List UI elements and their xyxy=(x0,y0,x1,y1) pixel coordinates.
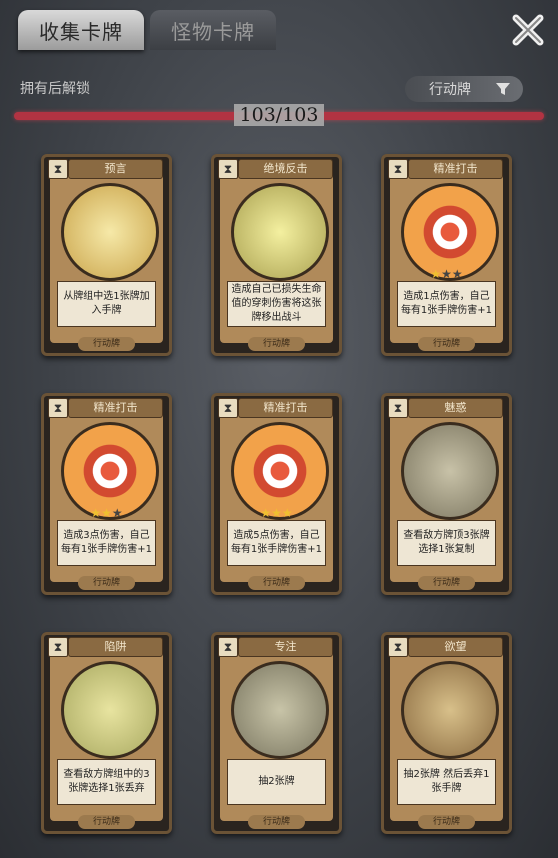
card-item[interactable]: ⧗ 陷阱 查看敌方牌组中的3张牌选择1张丢弃 行动牌 xyxy=(41,632,172,834)
card-art xyxy=(61,661,159,759)
card-type-label: 行动牌 xyxy=(248,576,305,590)
card-type-label: 行动牌 xyxy=(248,815,305,829)
hourglass-icon: ⧗ xyxy=(218,637,238,657)
card-description: 从牌组中选1张牌加入手牌 xyxy=(57,281,156,327)
card-title: 欲望 xyxy=(408,637,503,657)
hourglass-icon: ⧗ xyxy=(48,398,68,418)
star-icon: ★ xyxy=(260,506,272,520)
card-type-label: 行动牌 xyxy=(78,576,135,590)
card-description: 造成3点伤害，自己每有1张手牌伤害+1 xyxy=(57,520,156,566)
card-description: 造成1点伤害，自己每有1张手牌伤害+1 xyxy=(397,281,496,327)
card-title: 精准打击 xyxy=(238,398,333,418)
card-title: 魅惑 xyxy=(408,398,503,418)
card-title: 精准打击 xyxy=(68,398,163,418)
card-type-filter[interactable]: 行动牌 xyxy=(405,76,523,102)
card-description: 抽2张牌 然后丢弃1张手牌 xyxy=(397,759,496,805)
card-item[interactable]: ⧗ 魅惑 查看敌方牌顶3张牌选择1张复制 行动牌 xyxy=(381,393,512,595)
hourglass-icon: ⧗ xyxy=(388,159,408,179)
card-item[interactable]: ⧗ 绝境反击 造成自己已损失生命值的穿刺伤害将这张牌移出战斗 行动牌 xyxy=(211,154,342,356)
star-icon: ★ xyxy=(441,267,452,281)
star-icon: ★ xyxy=(271,506,282,520)
hourglass-icon: ⧗ xyxy=(48,159,68,179)
card-star-rating: ★★★ xyxy=(44,506,169,520)
star-icon: ★ xyxy=(451,267,463,281)
card-art xyxy=(401,661,499,759)
hourglass-icon: ⧗ xyxy=(388,637,408,657)
star-icon: ★ xyxy=(281,506,293,520)
star-icon: ★ xyxy=(111,506,123,520)
filter-label: 行动牌 xyxy=(429,82,471,98)
card-type-label: 行动牌 xyxy=(418,576,475,590)
card-description: 查看敌方牌顶3张牌选择1张复制 xyxy=(397,520,496,566)
card-item[interactable]: ⧗ 欲望 抽2张牌 然后丢弃1张手牌 行动牌 xyxy=(381,632,512,834)
tab-collection-cards[interactable]: 收集卡牌 xyxy=(18,10,144,50)
card-type-label: 行动牌 xyxy=(78,815,135,829)
card-star-rating: ★★★ xyxy=(384,267,509,281)
card-type-label: 行动牌 xyxy=(418,815,475,829)
card-item[interactable]: ⧗ 专注 抽2张牌 行动牌 xyxy=(211,632,342,834)
hourglass-icon: ⧗ xyxy=(388,398,408,418)
hourglass-icon: ⧗ xyxy=(218,398,238,418)
card-description: 抽2张牌 xyxy=(227,759,326,805)
card-type-label: 行动牌 xyxy=(248,337,305,351)
hourglass-icon: ⧗ xyxy=(48,637,68,657)
card-art xyxy=(61,183,159,281)
hourglass-icon: ⧗ xyxy=(218,159,238,179)
card-description: 查看敌方牌组中的3张牌选择1张丢弃 xyxy=(57,759,156,805)
card-title: 绝境反击 xyxy=(238,159,333,179)
collection-count: 103/103 xyxy=(0,104,558,126)
card-title: 预言 xyxy=(68,159,163,179)
card-item[interactable]: ⧗ 预言 从牌组中选1张牌加入手牌 行动牌 xyxy=(41,154,172,356)
card-title: 专注 xyxy=(238,637,333,657)
unlock-hint: 拥有后解锁 xyxy=(20,81,90,97)
card-type-label: 行动牌 xyxy=(78,337,135,351)
filter-icon xyxy=(496,83,510,95)
card-art xyxy=(231,661,329,759)
card-description: 造成自己已损失生命值的穿刺伤害将这张牌移出战斗 xyxy=(227,281,326,327)
card-title: 精准打击 xyxy=(408,159,503,179)
tab-monster-cards[interactable]: 怪物卡牌 xyxy=(150,10,276,50)
card-star-rating: ★★★ xyxy=(214,506,339,520)
card-item[interactable]: ⧗ 精准打击 造成5点伤害，自己每有1张手牌伤害+1 行动牌 ★★★ xyxy=(211,393,342,595)
card-title: 陷阱 xyxy=(68,637,163,657)
star-icon: ★ xyxy=(430,267,442,281)
card-item[interactable]: ⧗ 精准打击 造成3点伤害，自己每有1张手牌伤害+1 行动牌 ★★★ xyxy=(41,393,172,595)
card-art xyxy=(231,183,329,281)
card-description: 造成5点伤害，自己每有1张手牌伤害+1 xyxy=(227,520,326,566)
star-icon: ★ xyxy=(90,506,102,520)
card-item[interactable]: ⧗ 精准打击 造成1点伤害，自己每有1张手牌伤害+1 行动牌 ★★★ xyxy=(381,154,512,356)
card-type-label: 行动牌 xyxy=(418,337,475,351)
close-icon[interactable] xyxy=(508,10,548,50)
card-art xyxy=(401,422,499,520)
star-icon: ★ xyxy=(101,506,112,520)
